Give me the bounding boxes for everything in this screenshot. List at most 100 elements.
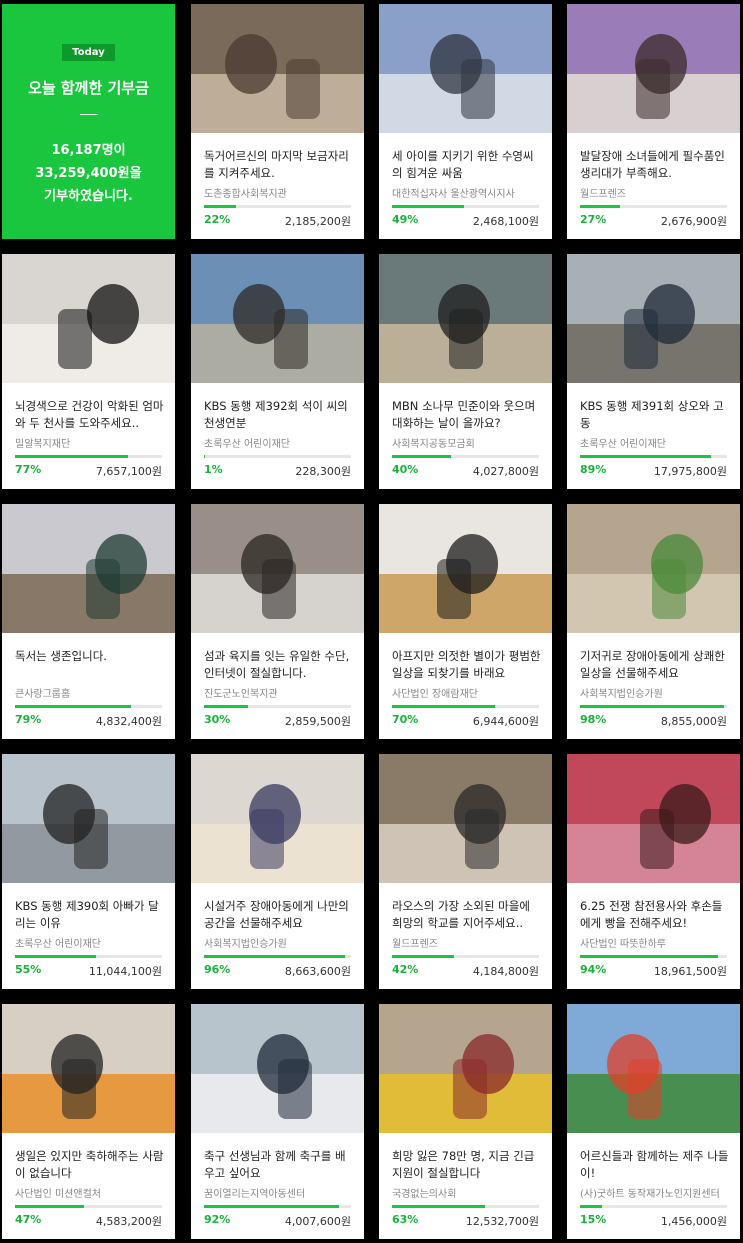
campaign-photo[interactable] (567, 504, 740, 633)
campaign-photo[interactable] (191, 254, 364, 383)
campaign-card[interactable]: 섬과 육지를 잇는 유일한 수단, 인터넷이 절실합니다. 진도군노인복지관 30%… (191, 504, 364, 739)
progress-percent: 15% (580, 1213, 607, 1226)
campaign-title[interactable]: 섬과 육지를 잇는 유일한 수단, 인터넷이 절실합니다. (204, 648, 354, 682)
campaign-card[interactable]: KBS 동행 제391회 상오와 고동 초록우산 어린이재단 89% 17,975,8… (567, 254, 740, 489)
campaign-card[interactable]: 세 아이를 지키기 위한 수영씨의 힘겨운 싸움 대한적십자사 울산광역시지사 49… (379, 4, 552, 239)
progress-percent: 49% (392, 213, 419, 226)
campaign-title[interactable]: KBS 동행 제391회 상오와 고동 (580, 398, 730, 432)
progress-fill (392, 1205, 485, 1208)
progress-bar (204, 455, 351, 458)
campaign-photo[interactable] (379, 254, 552, 383)
progress-bar (204, 205, 351, 208)
campaign-title[interactable]: 희망 잃은 78만 명, 지금 긴급 지원이 절실합니다 (392, 1148, 542, 1182)
today-badge: Today (62, 44, 115, 61)
progress-bar (392, 205, 539, 208)
progress-bar (204, 705, 351, 708)
campaign-card[interactable]: 6.25 전쟁 참전용사와 후손들에게 빵을 전해주세요! 사단법인 따뜻한하루 9… (567, 754, 740, 989)
campaign-title[interactable]: 축구 선생님과 함께 축구를 배우고 싶어요 (204, 1148, 354, 1182)
progress-fill (392, 955, 454, 958)
campaign-title[interactable]: 독서는 생존입니다. (15, 648, 165, 682)
campaign-organization: (사)굿하트 동작재가노인지원센터 (580, 1189, 720, 1200)
campaign-photo[interactable] (2, 754, 175, 883)
progress-percent: 27% (580, 213, 607, 226)
raised-amount: 2,859,500원 (284, 715, 351, 728)
raised-amount: 4,832,400원 (95, 715, 162, 728)
campaign-organization: 월드프렌즈 (392, 939, 438, 950)
campaign-organization: 초록우산 어린이재단 (204, 439, 290, 450)
campaign-card[interactable]: 기저귀로 장애아동에게 상쾌한 일상을 선물해주세요 사회복지법인승가원 98% 8,… (567, 504, 740, 739)
raised-amount: 2,676,900원 (660, 215, 727, 228)
campaign-card[interactable]: 독서는 생존입니다. 큰사랑그룹홈 79% 4,832,400원 (2, 504, 175, 739)
campaign-card[interactable]: 발달장애 소녀들에게 필수품인 생리대가 부족해요. 월드프렌즈 27% 2,676,… (567, 4, 740, 239)
campaign-photo[interactable] (379, 754, 552, 883)
progress-bar (580, 705, 727, 708)
campaign-card[interactable]: 생일은 있지만 축하해주는 사람이 없습니다 사단법인 미션앤컬처 47% 4,583… (2, 1004, 175, 1239)
campaign-card[interactable]: 시설거주 장애아동에게 나만의 공간을 선물해주세요 사회복지법인승가원 96% 8,… (191, 754, 364, 989)
progress-fill (204, 705, 249, 708)
raised-amount: 4,583,200원 (95, 1215, 162, 1228)
campaign-title[interactable]: 기저귀로 장애아동에게 상쾌한 일상을 선물해주세요 (580, 648, 730, 682)
campaign-title[interactable]: 세 아이를 지키기 위한 수영씨의 힘겨운 싸움 (392, 148, 542, 182)
campaign-title[interactable]: 아프지만 의젓한 별이가 평범한 일상을 되찾기를 바래요 (392, 648, 542, 682)
campaign-title[interactable]: 라오스의 가장 소외된 마을에 희망의 학교를 지어주세요.. (392, 898, 542, 932)
campaign-photo[interactable] (191, 4, 364, 133)
campaign-photo[interactable] (2, 1004, 175, 1133)
progress-bar (15, 1205, 162, 1208)
raised-amount: 4,184,800원 (472, 965, 539, 978)
campaign-organization: 사단법인 장애람재단 (392, 689, 478, 700)
campaign-organization: 초록우산 어린이재단 (15, 939, 101, 950)
progress-fill (204, 1205, 340, 1208)
raised-amount: 2,468,100원 (472, 215, 539, 228)
campaign-card[interactable]: 뇌경색으로 건강이 악화된 엄마와 두 천사를 도와주세요.. 밀알복지재단 77%… (2, 254, 175, 489)
campaign-title[interactable]: 생일은 있지만 축하해주는 사람이 없습니다 (15, 1148, 165, 1182)
campaign-photo[interactable] (2, 504, 175, 633)
campaign-title[interactable]: 뇌경색으로 건강이 악화된 엄마와 두 천사를 도와주세요.. (15, 398, 165, 432)
campaign-title[interactable]: 시설거주 장애아동에게 나만의 공간을 선물해주세요 (204, 898, 354, 932)
progress-bar (204, 955, 351, 958)
progress-percent: 1% (204, 463, 223, 476)
raised-amount: 17,975,800원 (653, 465, 727, 478)
campaign-title[interactable]: KBS 동행 제392회 석이 씨의 천생연분 (204, 398, 354, 432)
campaign-photo[interactable] (191, 1004, 364, 1133)
progress-bar (15, 705, 162, 708)
campaign-photo[interactable] (191, 504, 364, 633)
campaign-organization: 큰사랑그룹홈 (15, 689, 71, 700)
campaign-card[interactable]: 희망 잃은 78만 명, 지금 긴급 지원이 절실합니다 국경없는의사회 63% 12… (379, 1004, 552, 1239)
campaign-photo[interactable] (567, 4, 740, 133)
campaign-card[interactable]: MBN 소나무 민준이와 웃으며 대화하는 날이 올까요? 사회복지공동모금회 40… (379, 254, 552, 489)
progress-fill (580, 705, 725, 708)
campaign-card[interactable]: 라오스의 가장 소외된 마을에 희망의 학교를 지어주세요.. 월드프렌즈 42% 4… (379, 754, 552, 989)
progress-fill (392, 455, 451, 458)
campaign-card[interactable]: 축구 선생님과 함께 축구를 배우고 싶어요 꿈이열리는지역아동센터 92% 4,00… (191, 1004, 364, 1239)
progress-fill (580, 455, 711, 458)
campaign-title[interactable]: 6.25 전쟁 참전용사와 후손들에게 빵을 전해주세요! (580, 898, 730, 932)
progress-bar (392, 455, 539, 458)
raised-amount: 7,657,100원 (95, 465, 162, 478)
campaign-card[interactable]: 아프지만 의젓한 별이가 평범한 일상을 되찾기를 바래요 사단법인 장애람재단 7… (379, 504, 552, 739)
campaign-photo[interactable] (379, 504, 552, 633)
progress-percent: 94% (580, 963, 607, 976)
campaign-photo[interactable] (567, 754, 740, 883)
campaign-photo[interactable] (567, 1004, 740, 1133)
progress-bar (15, 455, 162, 458)
campaign-organization: 사단법인 따뜻한하루 (580, 939, 666, 950)
campaign-title[interactable]: MBN 소나무 민준이와 웃으며 대화하는 날이 올까요? (392, 398, 542, 432)
campaign-card[interactable]: 어르신들과 함께하는 제주 나들이! (사)굿하트 동작재가노인지원센터 15% 1,… (567, 1004, 740, 1239)
progress-percent: 89% (580, 463, 607, 476)
campaign-photo[interactable] (379, 4, 552, 133)
campaign-title[interactable]: 독거어르신의 마지막 보금자리를 지켜주세요. (204, 148, 354, 182)
campaign-card[interactable]: KBS 동행 제392회 석이 씨의 천생연분 초록우산 어린이재단 1% 228,3… (191, 254, 364, 489)
campaign-title[interactable]: 어르신들과 함께하는 제주 나들이! (580, 1148, 730, 1182)
campaign-photo[interactable] (191, 754, 364, 883)
campaign-organization: 월드프렌즈 (580, 189, 626, 200)
campaign-photo[interactable] (379, 1004, 552, 1133)
campaign-photo[interactable] (2, 254, 175, 383)
campaign-card[interactable]: KBS 동행 제390회 아빠가 달리는 이유 초록우산 어린이재단 55% 11,0… (2, 754, 175, 989)
progress-bar (392, 955, 539, 958)
raised-amount: 2,185,200원 (284, 215, 351, 228)
campaign-photo[interactable] (567, 254, 740, 383)
campaign-title[interactable]: 발달장애 소녀들에게 필수품인 생리대가 부족해요. (580, 148, 730, 182)
donation-grid: Today 오늘 함께한 기부금 16,187명이 33,259,400원을 기… (0, 0, 743, 1243)
campaign-title[interactable]: KBS 동행 제390회 아빠가 달리는 이유 (15, 898, 165, 932)
campaign-card[interactable]: 독거어르신의 마지막 보금자리를 지켜주세요. 도촌종합사회복지관 22% 2,185… (191, 4, 364, 239)
